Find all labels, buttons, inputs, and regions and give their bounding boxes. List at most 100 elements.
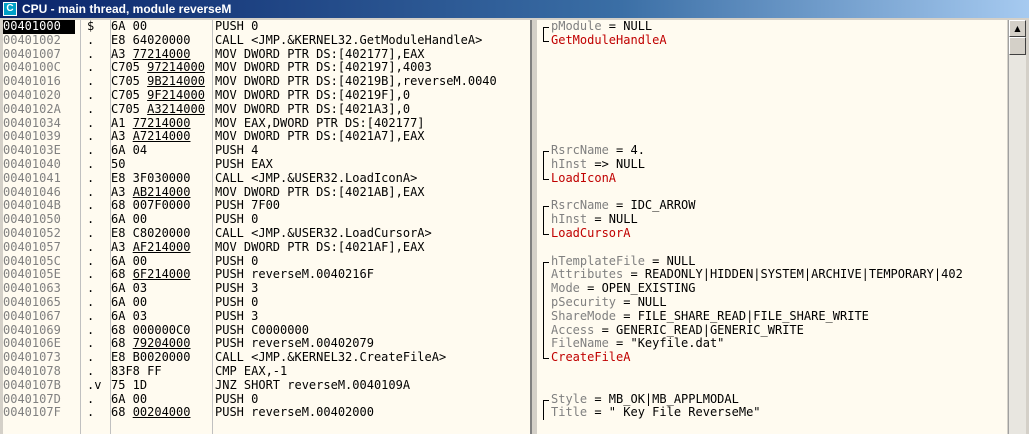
address-cell[interactable]: 00401067 — [3, 309, 75, 324]
address-cell[interactable]: 00401078 — [3, 364, 75, 379]
disasm-row[interactable]: 00401007. A3 77214000 MOV DWORD PTR DS:[40… — [3, 47, 530, 62]
address-cell[interactable]: 0040100C — [3, 61, 75, 75]
instruction-cell[interactable]: PUSH 3 — [215, 310, 530, 324]
instruction-cell[interactable]: PUSH EAX — [215, 158, 530, 172]
disasm-row[interactable]: 0040105C. 6A 00 PUSH 0 — [3, 254, 530, 269]
instruction-cell[interactable]: PUSH 3 — [215, 282, 530, 296]
address-cell[interactable]: 00401057 — [3, 240, 75, 255]
instruction-cell[interactable]: MOV DWORD PTR DS:[40219F],0 — [215, 89, 530, 103]
hex-dump-cell[interactable]: C705 97214000 — [111, 61, 213, 75]
comments-pane[interactable]: pModule = NULL GetModuleHandleA RsrcName … — [537, 20, 1007, 434]
address-cell[interactable]: 00401041 — [3, 171, 75, 186]
disasm-row[interactable]: 00401002. E8 64020000 CALL <JMP.&KERNEL32.… — [3, 33, 530, 48]
instruction-cell[interactable]: CALL <JMP.&KERNEL32.CreateFileA> — [215, 351, 530, 365]
disasm-row[interactable]: 00401052. E8 C8020000 CALL <JMP.&USER32.Lo… — [3, 226, 530, 241]
disasm-row[interactable]: 0040106E. 68 79204000 PUSH reverseM.004020… — [3, 337, 530, 351]
disasm-row[interactable]: 0040100C. C705 97214000 MOV DWORD PTR DS:[… — [3, 61, 530, 75]
hex-dump-cell[interactable]: A3 AB214000 — [111, 186, 213, 200]
disasm-row[interactable]: 00401063. 6A 03 PUSH 3 — [3, 281, 530, 296]
vertical-scrollbar[interactable]: ▲ — [1008, 20, 1026, 434]
address-cell[interactable]: 00401046 — [3, 185, 75, 200]
instruction-cell[interactable]: MOV DWORD PTR DS:[4021AB],EAX — [215, 186, 530, 200]
disasm-row[interactable]: 0040107B .v 75 1D JNZ SHORT reverseM.004010… — [3, 378, 530, 393]
hex-dump-cell[interactable]: A1 77214000 — [111, 117, 213, 131]
address-cell[interactable]: 00401052 — [3, 226, 75, 241]
instruction-cell[interactable]: JNZ SHORT reverseM.0040109A — [215, 379, 530, 393]
address-cell[interactable]: 0040102A — [3, 102, 75, 117]
instruction-cell[interactable]: CALL <JMP.&USER32.LoadCursorA> — [215, 227, 530, 241]
instruction-cell[interactable]: PUSH 0 — [215, 255, 530, 269]
disasm-row[interactable]: 00401073. E8 B0020000 CALL <JMP.&KERNEL32.… — [3, 350, 530, 365]
instruction-cell[interactable]: PUSH reverseM.0040216F — [215, 268, 530, 282]
hex-dump-cell[interactable]: 83F8 FF — [111, 365, 213, 379]
instruction-cell[interactable]: CMP EAX,-1 — [215, 365, 530, 379]
instruction-cell[interactable]: PUSH 0 — [215, 393, 530, 407]
hex-dump-cell[interactable]: E8 C8020000 — [111, 227, 213, 241]
address-cell[interactable]: 00401000 — [3, 20, 75, 34]
address-cell[interactable]: 0040105E — [3, 268, 75, 282]
address-cell[interactable]: 0040107D — [3, 392, 75, 407]
instruction-cell[interactable]: MOV EAX,DWORD PTR DS:[402177] — [215, 117, 530, 131]
instruction-cell[interactable]: PUSH C0000000 — [215, 324, 530, 338]
instruction-cell[interactable]: MOV DWORD PTR DS:[4021A3],0 — [215, 103, 530, 117]
hex-dump-cell[interactable]: 6A 04 — [111, 144, 213, 158]
hex-dump-cell[interactable]: 6A 03 — [111, 282, 213, 296]
address-cell[interactable]: 0040106E — [3, 337, 75, 351]
address-cell[interactable]: 0040104B — [3, 199, 75, 213]
disasm-row[interactable]: 00401034. A1 77214000 MOV EAX,DWORD PTR DS… — [3, 116, 530, 131]
hex-dump-cell[interactable]: E8 3F030000 — [111, 172, 213, 186]
address-cell[interactable]: 0040103E — [3, 143, 75, 158]
hex-dump-cell[interactable]: 68 79204000 — [111, 337, 213, 351]
instruction-cell[interactable]: CALL <JMP.&USER32.LoadIconA> — [215, 172, 530, 186]
disasm-row[interactable]: 00401069. 68 000000C0 PUSH C0000000 — [3, 323, 530, 338]
hex-dump-cell[interactable]: 68 007F0000 — [111, 199, 213, 213]
instruction-cell[interactable]: MOV DWORD PTR DS:[402177],EAX — [215, 48, 530, 62]
disasm-row[interactable]: 00401040. 50 PUSH EAX — [3, 157, 530, 172]
hex-dump-cell[interactable]: 68 6F214000 — [111, 268, 213, 282]
instruction-cell[interactable]: PUSH reverseM.00402079 — [215, 337, 530, 351]
scroll-thumb[interactable] — [1009, 37, 1026, 55]
address-cell[interactable]: 00401034 — [3, 116, 75, 131]
hex-dump-cell[interactable]: C705 A3214000 — [111, 103, 213, 117]
disasm-row[interactable]: 00401065. 6A 00 PUSH 0 — [3, 295, 530, 310]
address-cell[interactable]: 00401069 — [3, 323, 75, 338]
address-cell[interactable]: 00401020 — [3, 88, 75, 103]
hex-dump-cell[interactable]: C705 9B214000 — [111, 75, 213, 89]
address-cell[interactable]: 0040107F — [3, 406, 75, 420]
hex-dump-cell[interactable]: A3 A7214000 — [111, 130, 213, 144]
hex-dump-cell[interactable]: C705 9F214000 — [111, 89, 213, 103]
hex-dump-cell[interactable]: 6A 00 — [111, 296, 213, 310]
disasm-row[interactable]: 00401041. E8 3F030000 CALL <JMP.&USER32.Lo… — [3, 171, 530, 186]
scroll-up-arrow-icon[interactable]: ▲ — [1009, 20, 1026, 37]
disasm-row[interactable]: 0040104B. 68 007F0000 PUSH 7F00 — [3, 199, 530, 213]
disasm-row[interactable]: 00401000 $6A 00 PUSH 0 — [3, 20, 530, 34]
disasm-row[interactable]: 0040103E. 6A 04 PUSH 4 — [3, 143, 530, 158]
address-cell[interactable]: 0040105C — [3, 254, 75, 269]
instruction-cell[interactable]: MOV DWORD PTR DS:[402197],4003 — [215, 61, 530, 75]
hex-dump-cell[interactable]: E8 B0020000 — [111, 351, 213, 365]
instruction-cell[interactable]: PUSH 7F00 — [215, 199, 530, 213]
disasm-row[interactable]: 00401057. A3 AF214000 MOV DWORD PTR DS:[40… — [3, 240, 530, 255]
disasm-row[interactable]: 00401050. 6A 00 PUSH 0 — [3, 212, 530, 227]
hex-dump-cell[interactable]: A3 77214000 — [111, 48, 213, 62]
address-cell[interactable]: 00401063 — [3, 281, 75, 296]
instruction-cell[interactable]: CALL <JMP.&KERNEL32.GetModuleHandleA> — [215, 34, 530, 48]
hex-dump-cell[interactable]: 68 000000C0 — [111, 324, 213, 338]
disasm-row[interactable]: 0040105E. 68 6F214000 PUSH reverseM.004021… — [3, 268, 530, 282]
hex-dump-cell[interactable]: E8 64020000 — [111, 34, 213, 48]
instruction-cell[interactable]: PUSH 0 — [215, 213, 530, 227]
address-cell[interactable]: 00401002 — [3, 33, 75, 48]
instruction-cell[interactable]: PUSH 0 — [215, 20, 530, 34]
disasm-row[interactable]: 0040102A. C705 A3214000 MOV DWORD PTR DS:[… — [3, 102, 530, 117]
address-cell[interactable]: 00401050 — [3, 212, 75, 227]
instruction-cell[interactable]: MOV DWORD PTR DS:[4021AF],EAX — [215, 241, 530, 255]
instruction-cell[interactable]: PUSH 0 — [215, 296, 530, 310]
address-cell[interactable]: 00401073 — [3, 350, 75, 365]
disasm-row[interactable]: 00401046. A3 AB214000 MOV DWORD PTR DS:[40… — [3, 185, 530, 200]
disasm-row[interactable]: 0040107D. 6A 00 PUSH 0 — [3, 392, 530, 407]
disassembly-pane[interactable]: 00401000 $6A 00 PUSH 0 00401002. E8 64020000… — [3, 20, 532, 434]
hex-dump-cell[interactable]: 50 — [111, 158, 213, 172]
hex-dump-cell[interactable]: 6A 00 — [111, 255, 213, 269]
address-cell[interactable]: 00401039 — [3, 130, 75, 144]
hex-dump-cell[interactable]: 75 1D — [111, 379, 213, 393]
